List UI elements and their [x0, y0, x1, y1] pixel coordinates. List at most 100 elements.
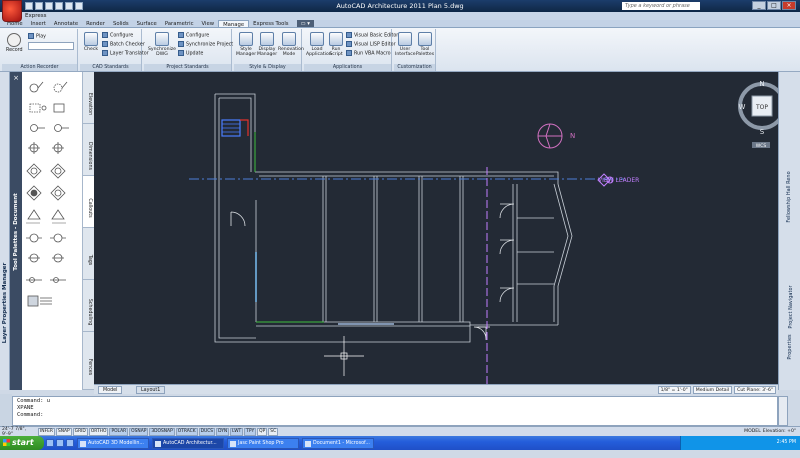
toggle-polar[interactable]: POLAR	[109, 427, 129, 436]
model-space-toggle[interactable]: MODEL	[744, 428, 761, 435]
tab-manage[interactable]: Manage	[218, 20, 250, 28]
play-button[interactable]: Play	[28, 33, 46, 41]
tab-express-tools[interactable]: Express Tools	[249, 20, 292, 27]
update-button[interactable]: Update	[178, 50, 203, 58]
toggle-3dosnap[interactable]: 3DOSNAP	[149, 427, 175, 436]
close-button[interactable]: ×	[782, 1, 796, 10]
callout-tool-1[interactable]	[29, 81, 68, 93]
toggle-ducs[interactable]: DUCS	[198, 427, 216, 436]
tab-parametric[interactable]: Parametric	[161, 20, 198, 27]
toggle-ortho[interactable]: ORTHO	[88, 427, 109, 436]
renovation-mode-button[interactable]: Renovation Mode	[278, 32, 304, 57]
properties-tab[interactable]: Properties	[785, 304, 795, 390]
start-button[interactable]: start	[0, 436, 44, 450]
display-manager-button[interactable]: Display Manager	[257, 32, 277, 57]
configure-project-button[interactable]: Configure	[178, 32, 209, 40]
viewcube-north[interactable]: N	[759, 80, 764, 88]
wcs-menu[interactable]: WCS	[756, 143, 767, 149]
annotation-controls: 1/8" = 1'-0" Medium Detail Cut Plane: 3'…	[657, 386, 776, 394]
batch-checker-button[interactable]: Batch Checker	[102, 41, 145, 49]
callout-tool-9[interactable]	[28, 253, 64, 263]
workspace-selector[interactable]: Express	[22, 12, 800, 20]
update-label: Update	[186, 51, 204, 57]
maximize-button[interactable]: □	[767, 1, 781, 10]
toggle-lwt[interactable]: LWT	[230, 427, 244, 436]
configure-project-label: Configure	[186, 33, 210, 39]
command-line-scrollbar[interactable]	[778, 396, 788, 426]
toggle-osnap[interactable]: OSNAP	[129, 427, 149, 436]
record-icon[interactable]	[7, 33, 21, 47]
macro-dropdown[interactable]	[28, 42, 74, 50]
style-manager-button[interactable]: Style Manager	[236, 32, 256, 57]
application-menu-button[interactable]	[2, 0, 22, 22]
synchronize-project-button[interactable]: Synchronize Project	[178, 41, 233, 49]
quick-launch-icon[interactable]	[66, 439, 74, 447]
tab-render[interactable]: Render	[82, 20, 109, 27]
check-button[interactable]: Check	[83, 32, 99, 52]
configure-button[interactable]: Configure	[102, 32, 133, 40]
viewcube-west[interactable]: W	[739, 103, 746, 111]
command-line-grip[interactable]	[0, 394, 12, 426]
visual-basic-editor-button[interactable]: Visual Basic Editor	[346, 32, 398, 40]
callout-tool-4[interactable]	[28, 142, 64, 154]
run-script-button[interactable]: Run Script	[329, 32, 343, 57]
taskbar-app-paint-shop-pro[interactable]: Jasc Paint Shop Pro	[227, 437, 299, 449]
layer-translator-button[interactable]: Layer Translator	[102, 50, 149, 58]
tool-palettes-button[interactable]: Tool Palettes	[415, 32, 435, 57]
user-interface-button[interactable]: User Interface	[395, 32, 416, 57]
tab-insert[interactable]: Insert	[27, 20, 50, 27]
tab-solids[interactable]: Solids	[109, 20, 133, 27]
taskbar-app-word[interactable]: Document1 - Microsof...	[302, 437, 374, 449]
toggle-infer[interactable]: INFER	[38, 427, 55, 436]
viewcube-south[interactable]: S	[760, 128, 765, 136]
layer-properties-palette[interactable]: Layer Properties Manager	[0, 72, 10, 390]
minimize-button[interactable]: _	[752, 1, 766, 10]
run-vba-macro-button[interactable]: Run VBA Macro	[346, 50, 391, 58]
toggle-sc[interactable]: SC	[268, 427, 279, 436]
elevation-readout[interactable]: Elevation: +0"	[763, 428, 796, 435]
visual-lisp-editor-button[interactable]: Visual LISP Editor	[346, 41, 396, 49]
command-line[interactable]: Command: u XPANE Command:	[12, 396, 778, 426]
quick-launch-icon[interactable]	[46, 439, 54, 447]
quick-launch-icon[interactable]	[56, 439, 64, 447]
drawing-canvas[interactable]: VIEW LEADER N TOP N S W E WCS	[94, 72, 778, 384]
callout-tool-6[interactable]	[26, 185, 66, 201]
tab-surface[interactable]: Surface	[133, 20, 161, 27]
toggle-dyn[interactable]: DYN	[216, 427, 230, 436]
toggle-qp[interactable]: QP	[257, 427, 268, 436]
viewcube-top-face[interactable]: TOP	[755, 104, 768, 111]
callout-tool-7[interactable]	[26, 209, 66, 224]
callout-tool-11[interactable]	[27, 295, 52, 307]
tab-annotate[interactable]: Annotate	[50, 20, 82, 27]
command-prompt[interactable]: Command:	[17, 412, 773, 419]
synchronize-dwg-button[interactable]: Synchronize DWG	[148, 32, 176, 57]
callout-tool-5[interactable]	[26, 163, 66, 179]
cut-plane-button[interactable]: Cut Plane: 3'-6"	[734, 386, 776, 394]
record-button[interactable]: Record	[6, 47, 23, 54]
viewcube[interactable]: TOP N S W E WCS	[738, 80, 778, 149]
scale-dropdown[interactable]: 1/8" = 1'-0"	[657, 386, 691, 394]
taskbar-app-autocad-3d[interactable]: AutoCAD 3D Modellin...	[77, 437, 149, 449]
taskbar-app-autocad-architecture[interactable]: AutoCAD Architectur...	[152, 437, 224, 449]
tab-layout1[interactable]: Layout1	[136, 386, 166, 394]
ribbon-minimize-button[interactable]: ▭ ▾	[296, 20, 314, 27]
tool-palette-titlebar[interactable]: × Tool Palettes - Document	[10, 72, 22, 390]
toggle-grid[interactable]: GRID	[72, 427, 88, 436]
callout-tool-3[interactable]	[30, 124, 70, 132]
load-application-button[interactable]: Load Application	[306, 32, 332, 57]
synchronize-project-icon	[178, 41, 184, 47]
toggle-tpy[interactable]: TPY	[244, 427, 257, 436]
callout-tool-2[interactable]	[29, 103, 65, 113]
toggle-otrack[interactable]: OTRACK	[175, 427, 198, 436]
toggle-snap[interactable]: SNAP	[55, 427, 72, 436]
search-input[interactable]: Type a keyword or phrase	[622, 2, 700, 10]
coordinates-readout[interactable]: 24'-7 7/8", 9'-9"	[2, 427, 38, 437]
tab-model[interactable]: Model	[98, 386, 123, 394]
clock[interactable]: 2:45 PM	[777, 440, 796, 445]
callout-tool-8[interactable]	[26, 233, 66, 243]
callout-tool-10[interactable]	[26, 277, 66, 283]
tab-view[interactable]: View	[198, 20, 219, 27]
detail-level-dropdown[interactable]: Medium Detail	[692, 386, 733, 394]
floor-plan-drawing[interactable]: VIEW LEADER N TOP N S W E WCS	[94, 72, 778, 384]
panel-title: Action Recorder	[2, 64, 77, 71]
